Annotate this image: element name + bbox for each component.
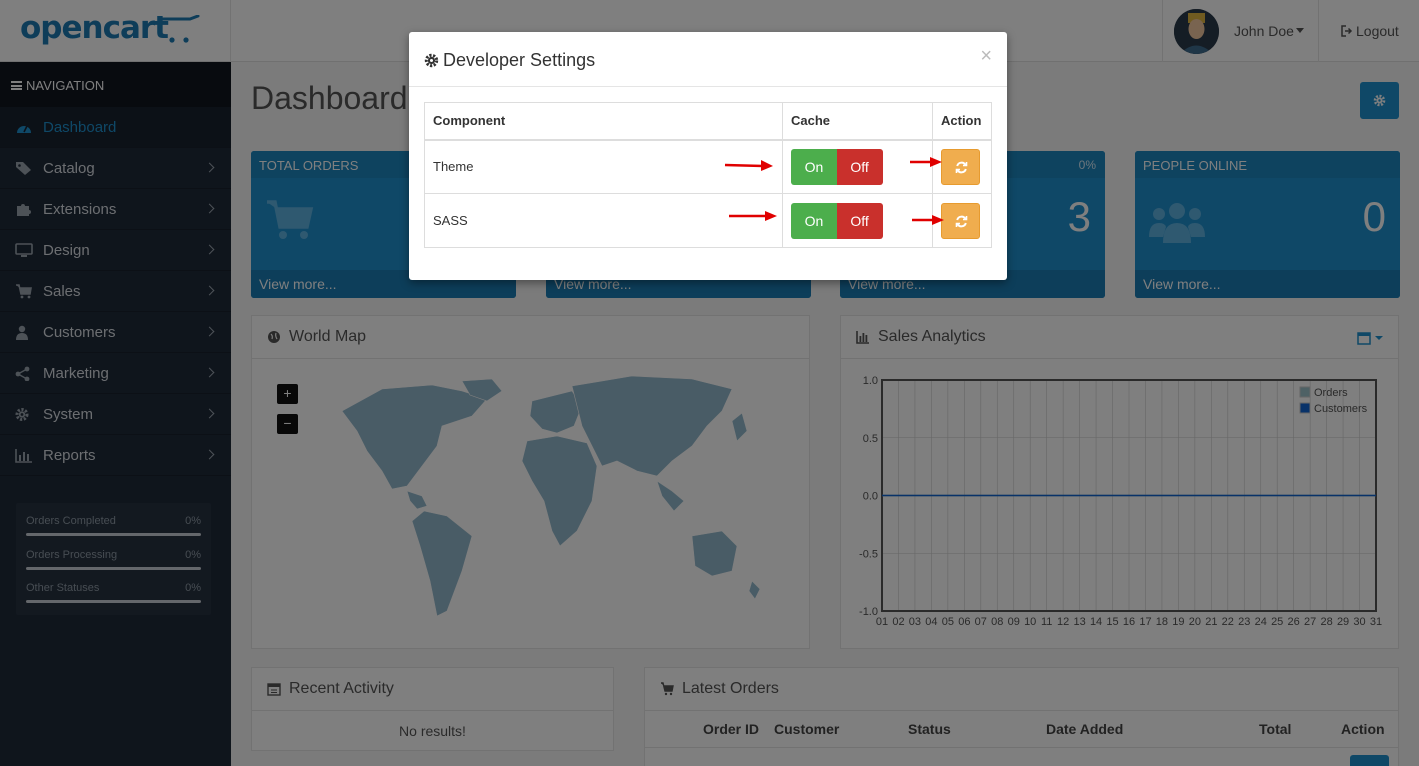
modal-title: Developer Settings <box>443 50 596 70</box>
column-header-component: Component <box>424 102 783 141</box>
annotation-arrow-icon <box>912 215 944 225</box>
theme-cache-off-button[interactable]: Off <box>836 148 883 185</box>
developer-settings-table: Component Cache Action Theme On Off SASS… <box>424 102 992 248</box>
gear-icon <box>424 53 439 68</box>
annotation-arrow-icon <box>724 160 773 171</box>
table-row-theme: Theme On Off <box>424 139 992 194</box>
theme-cache-on-button[interactable]: On <box>791 148 837 185</box>
table-header-row: Component Cache Action <box>424 102 992 141</box>
annotation-arrow-icon <box>910 157 942 167</box>
refresh-icon <box>955 161 968 174</box>
theme-refresh-button[interactable] <box>941 148 980 185</box>
developer-settings-modal: Developer Settings × Component Cache Act… <box>409 32 1007 280</box>
column-header-action: Action <box>932 102 992 141</box>
refresh-icon <box>955 215 968 227</box>
sass-cache-off-button[interactable]: Off <box>836 202 883 239</box>
annotation-arrow-icon <box>729 211 777 221</box>
column-header-cache: Cache <box>782 102 933 141</box>
modal-header: Developer Settings × <box>409 32 1007 87</box>
close-button[interactable]: × <box>980 45 992 68</box>
table-row-sass: SASS On Off <box>424 193 992 248</box>
sass-refresh-button[interactable] <box>941 202 980 239</box>
sass-cache-on-button[interactable]: On <box>791 202 837 239</box>
